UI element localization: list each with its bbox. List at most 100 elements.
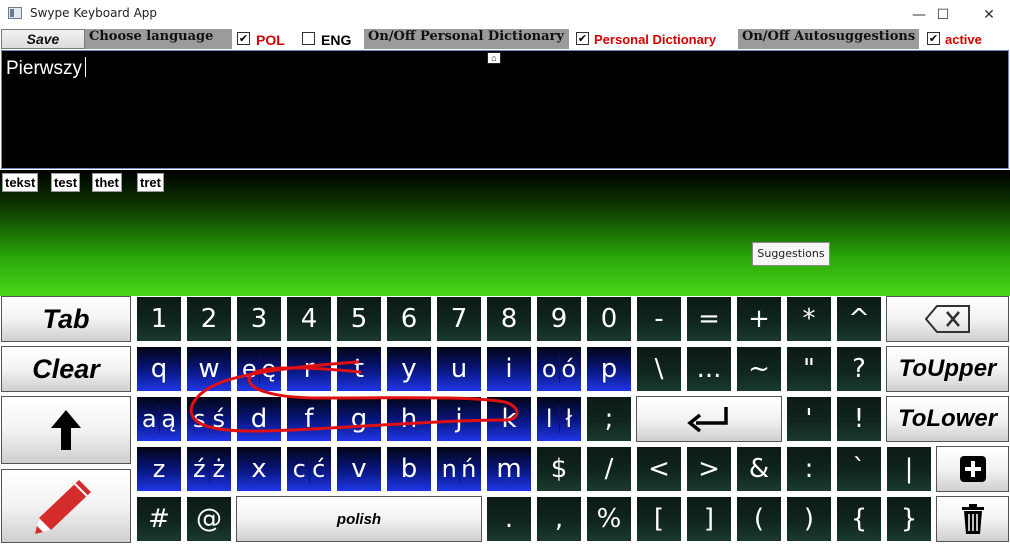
key-z[interactable]: z — [136, 446, 182, 492]
key-backtick[interactable]: ` — [836, 446, 882, 492]
key-ellipsis[interactable]: ... — [686, 346, 732, 392]
key-2[interactable]: 2 — [186, 296, 232, 342]
key-d[interactable]: d — [236, 396, 282, 442]
suggestion-chip[interactable]: tret — [137, 173, 164, 192]
key-t[interactable]: t — [336, 346, 382, 392]
key-v[interactable]: v — [336, 446, 382, 492]
tab-key[interactable]: Tab — [1, 296, 131, 342]
key-pipe[interactable]: | — [886, 446, 932, 492]
key-right-paren[interactable]: ) — [786, 496, 832, 542]
key-plus[interactable]: + — [736, 296, 782, 342]
key-equals[interactable]: = — [686, 296, 732, 342]
key-x[interactable]: x — [236, 446, 282, 492]
key-l-alt: ł — [558, 405, 579, 433]
key-3[interactable]: 3 — [236, 296, 282, 342]
key-e[interactable]: eę — [236, 346, 282, 392]
key-h[interactable]: h — [386, 396, 432, 442]
personal-dictionary-checkbox[interactable]: ✔ — [576, 32, 589, 45]
pencil-key[interactable] — [1, 469, 131, 543]
close-button[interactable]: ✕ — [966, 0, 1010, 29]
key-p[interactable]: p — [586, 346, 632, 392]
key-b[interactable]: b — [386, 446, 432, 492]
key-5[interactable]: 5 — [336, 296, 382, 342]
key-q[interactable]: q — [136, 346, 182, 392]
pol-checkbox[interactable]: ✔ — [237, 32, 250, 45]
key-l[interactable]: lł — [536, 396, 582, 442]
key-o[interactable]: oó — [536, 346, 582, 392]
save-button[interactable]: Save — [1, 29, 85, 49]
key-z-accents[interactable]: źż — [186, 446, 232, 492]
to-upper-key[interactable]: ToUpper — [886, 346, 1009, 392]
key-tilde[interactable]: ~ — [736, 346, 782, 392]
key-j[interactable]: j — [436, 396, 482, 442]
active-checkbox[interactable]: ✔ — [927, 32, 940, 45]
key-u[interactable]: u — [436, 346, 482, 392]
key-dollar[interactable]: $ — [536, 446, 582, 492]
suggestion-chip[interactable]: thet — [92, 173, 122, 192]
clear-key[interactable]: Clear — [1, 346, 131, 392]
to-lower-key[interactable]: ToLower — [886, 396, 1009, 442]
key-9[interactable]: 9 — [536, 296, 582, 342]
delete-word-key[interactable] — [936, 496, 1009, 542]
enter-icon — [687, 407, 728, 433]
key-left-paren[interactable]: ( — [736, 496, 782, 542]
key-s[interactable]: sś — [186, 396, 232, 442]
suggestion-chip[interactable]: tekst — [2, 173, 39, 192]
key-left-brace[interactable]: { — [836, 496, 882, 542]
enter-key[interactable] — [636, 396, 782, 442]
key-0[interactable]: 0 — [586, 296, 632, 342]
key-percent[interactable]: % — [586, 496, 632, 542]
suggestion-chip[interactable]: test — [51, 173, 81, 192]
key-n[interactable]: nń — [436, 446, 482, 492]
shift-key[interactable] — [1, 396, 131, 464]
key-minus[interactable]: - — [636, 296, 682, 342]
space-key[interactable]: polish — [236, 496, 482, 542]
key-period[interactable]: . — [486, 496, 532, 542]
autosuggestions-toggle[interactable]: On/Off Autosuggestions — [738, 29, 919, 49]
key-hash[interactable]: # — [136, 496, 182, 542]
key-1[interactable]: 1 — [136, 296, 182, 342]
key-6[interactable]: 6 — [386, 296, 432, 342]
key-asterisk[interactable]: * — [786, 296, 832, 342]
key-at[interactable]: @ — [186, 496, 232, 542]
personal-dictionary-toggle[interactable]: On/Off Personal Dictionary — [364, 29, 569, 49]
key-w[interactable]: w — [186, 346, 232, 392]
key-z-main: z — [152, 455, 166, 483]
trash-icon — [961, 504, 984, 534]
key-y[interactable]: y — [386, 346, 432, 392]
key-m[interactable]: m — [486, 446, 532, 492]
add-word-key[interactable] — [936, 446, 1009, 492]
key-slash[interactable]: / — [586, 446, 632, 492]
text-editor[interactable]: Pierwszy — [1, 50, 1009, 169]
key-caret[interactable]: ^ — [836, 296, 882, 342]
key-question[interactable]: ? — [836, 346, 882, 392]
eng-checkbox[interactable] — [302, 32, 315, 45]
key-8[interactable]: 8 — [486, 296, 532, 342]
key-right-brace[interactable]: } — [886, 496, 932, 542]
key-semicolon[interactable]: ; — [586, 396, 632, 442]
key-colon[interactable]: : — [786, 446, 832, 492]
key-exclamation[interactable]: ! — [836, 396, 882, 442]
backspace-key[interactable] — [886, 296, 1009, 342]
key-f[interactable]: f — [286, 396, 332, 442]
key-i[interactable]: i — [486, 346, 532, 392]
key-comma[interactable]: , — [536, 496, 582, 542]
key-7[interactable]: 7 — [436, 296, 482, 342]
key-k[interactable]: k — [486, 396, 532, 442]
key-g[interactable]: g — [336, 396, 382, 442]
key-r[interactable]: r — [286, 346, 332, 392]
maximize-button[interactable]: ☐ — [920, 0, 966, 29]
key-left-bracket[interactable]: [ — [636, 496, 682, 542]
key-less-than[interactable]: < — [636, 446, 682, 492]
key-c[interactable]: cć — [286, 446, 332, 492]
key-a[interactable]: aą — [136, 396, 182, 442]
key-quote[interactable]: " — [786, 346, 832, 392]
key-apostrophe[interactable]: ' — [786, 396, 832, 442]
key-right-bracket[interactable]: ] — [686, 496, 732, 542]
key-z-alt2: ż — [208, 455, 229, 483]
key-backslash[interactable]: \ — [636, 346, 682, 392]
key-greater-than[interactable]: > — [686, 446, 732, 492]
key-4[interactable]: 4 — [286, 296, 332, 342]
unlock-icon[interactable]: ⌂ — [487, 52, 501, 64]
key-ampersand[interactable]: & — [736, 446, 782, 492]
